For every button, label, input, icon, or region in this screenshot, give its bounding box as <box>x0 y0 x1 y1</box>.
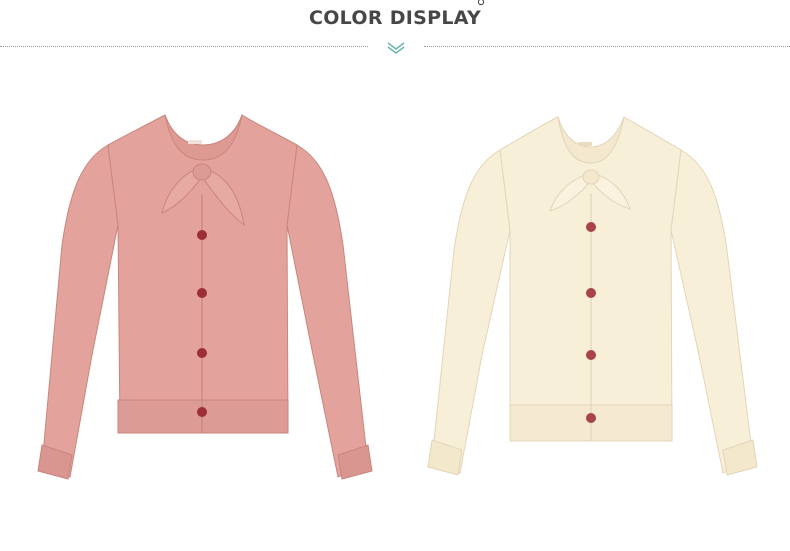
button-dot <box>586 413 596 423</box>
button-dot <box>586 222 596 232</box>
button-dot <box>197 230 207 240</box>
button-dot <box>197 348 207 358</box>
button-dot <box>586 288 596 298</box>
small-circle-icon <box>477 0 485 6</box>
section-title: COLOR DISPLAY <box>308 7 482 29</box>
divider-right <box>424 46 790 47</box>
double-chevron-down-icon <box>387 42 405 54</box>
button-dot <box>197 407 207 417</box>
button-dot <box>197 288 207 298</box>
section-header: COLOR DISPLAY <box>0 0 790 60</box>
product-image-cream-cardigan <box>427 116 758 476</box>
divider-left <box>0 46 368 47</box>
button-dot <box>586 350 596 360</box>
product-image-pink-cardigan <box>37 114 373 480</box>
